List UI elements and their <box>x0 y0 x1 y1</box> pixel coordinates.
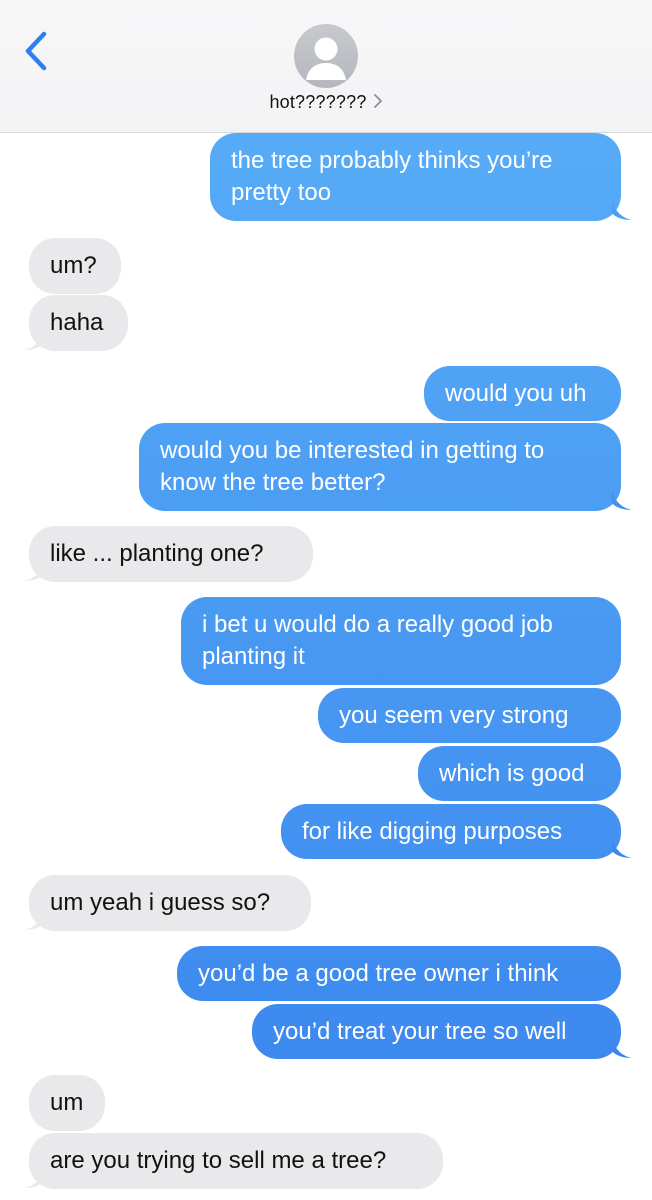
message-text: which is good <box>439 760 585 787</box>
bubble-tail <box>612 1037 632 1058</box>
message-text: you’d treat your tree so well <box>273 1018 567 1045</box>
message-bubble-incoming[interactable]: um? <box>29 238 121 294</box>
message-text: you seem very strong <box>339 702 569 729</box>
message-bubble-outgoing[interactable]: i bet u would do a really good job plant… <box>181 597 621 685</box>
message-text: um <box>50 1089 84 1116</box>
message-text: the tree probably thinks you’re <box>231 147 553 174</box>
contact-avatar[interactable] <box>294 24 358 88</box>
message-text: would you uh <box>445 380 587 407</box>
message-bubble-outgoing[interactable]: which is good <box>418 746 621 801</box>
messages-screen: hot??????? the tree probably thinks you’… <box>0 0 652 1200</box>
message-text: like ... planting one? <box>50 540 264 567</box>
bubble-tail <box>24 329 44 350</box>
message-text: haha <box>50 309 104 336</box>
message-bubble-outgoing[interactable]: would you uh <box>424 366 621 421</box>
conversation-header: hot??????? <box>0 0 652 133</box>
message-text: know the tree better? <box>160 469 386 496</box>
contact-name: hot??????? <box>269 92 367 112</box>
bubble-tail <box>612 199 632 220</box>
message-bubble-outgoing[interactable]: you seem very strong <box>318 688 621 743</box>
bubble-tail <box>612 489 632 510</box>
message-text: planting it <box>202 643 305 670</box>
bubble-tail <box>24 909 44 930</box>
message-text: um yeah i guess so? <box>50 889 271 916</box>
back-button[interactable] <box>14 20 62 80</box>
message-bubble-incoming[interactable]: um yeah i guess so? <box>29 875 311 931</box>
message-text: you’d be a good tree owner i think <box>198 960 559 987</box>
message-text: would you be interested in getting to <box>160 437 545 464</box>
chevron-left-icon <box>25 31 47 71</box>
message-text: are you trying to sell me a tree? <box>50 1147 387 1174</box>
bubble-tail <box>612 837 632 858</box>
bubble-tail <box>24 560 44 581</box>
message-bubble-outgoing[interactable]: you’d treat your tree so well <box>252 1004 621 1059</box>
message-bubble-incoming[interactable]: like ... planting one? <box>29 526 313 582</box>
message-bubble-outgoing[interactable]: for like digging purposes <box>281 804 621 859</box>
message-text: um? <box>50 252 97 279</box>
chevron-right-icon <box>373 94 382 108</box>
contact-name-button[interactable]: hot??????? <box>0 92 652 113</box>
message-bubble-outgoing[interactable]: would you be interested in getting to kn… <box>139 423 621 511</box>
message-bubble-incoming[interactable]: um <box>29 1075 105 1131</box>
message-text: pretty too <box>231 179 332 206</box>
bubble-tail <box>24 1167 44 1188</box>
message-text: for like digging purposes <box>302 818 563 845</box>
person-silhouette-icon <box>306 37 346 80</box>
message-bubble-incoming[interactable]: are you trying to sell me a tree? <box>29 1133 443 1189</box>
message-text: i bet u would do a really good job <box>202 611 553 638</box>
message-bubble-outgoing[interactable]: the tree probably thinks you’re pretty t… <box>210 133 621 221</box>
message-bubble-outgoing[interactable]: you’d be a good tree owner i think <box>177 946 621 1001</box>
